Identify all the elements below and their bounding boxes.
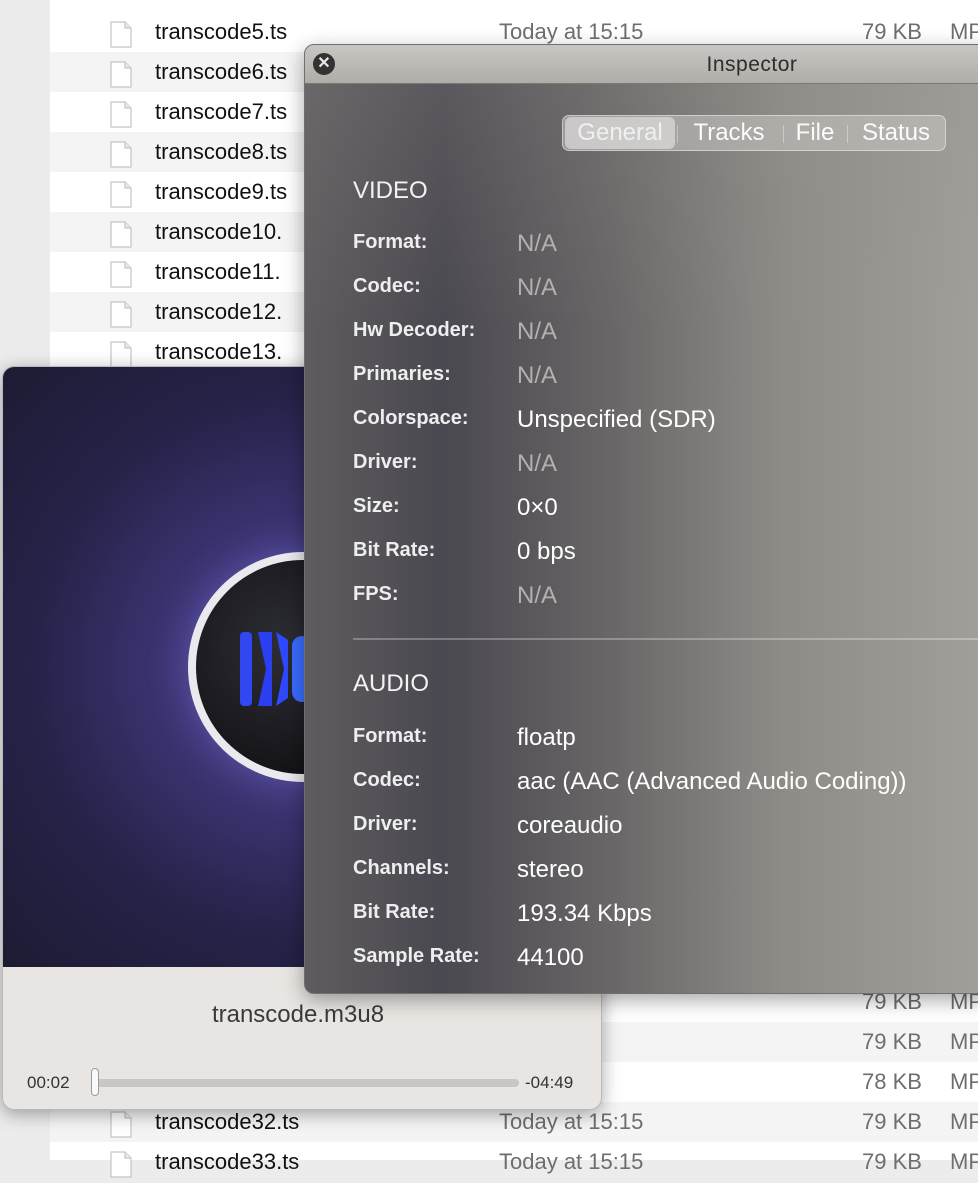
tab-separator xyxy=(783,125,784,143)
close-icon[interactable]: ✕ xyxy=(313,53,335,75)
file-icon xyxy=(110,221,132,248)
file-kind: MP xyxy=(950,1109,978,1134)
file-size: 79 KB xyxy=(862,19,922,44)
property-value: N/A xyxy=(517,318,558,345)
file-row[interactable]: transcode33.ts Today at 15:15 79 KB MP xyxy=(50,1142,978,1182)
property-value: stereo xyxy=(517,856,584,883)
file-size: 79 KB xyxy=(862,1109,922,1134)
file-date: Today at 15:15 xyxy=(499,1149,644,1174)
property-value: N/A xyxy=(517,582,558,609)
file-icon xyxy=(110,341,132,368)
file-name: transcode13. xyxy=(155,339,283,364)
file-icon xyxy=(110,61,132,88)
property-label: Bit Rate: xyxy=(353,539,436,561)
file-name: transcode7.ts xyxy=(155,99,288,124)
section-divider xyxy=(353,638,978,640)
file-size: 78 KB xyxy=(862,1069,922,1094)
inspector-title: Inspector xyxy=(706,53,798,76)
property-label: Sample Rate: xyxy=(353,945,480,967)
property-value: floatp xyxy=(517,724,576,751)
file-kind: MP xyxy=(950,19,978,44)
file-icon xyxy=(110,181,132,208)
inspector-titlebar[interactable]: ✕ Inspector xyxy=(305,45,978,84)
property-label: Size: xyxy=(353,495,400,517)
inspector-tab-bar: General Tracks File Status xyxy=(562,115,946,151)
file-kind: MP xyxy=(950,1069,978,1094)
file-size: 79 KB xyxy=(862,1029,922,1054)
property-value: Unspecified (SDR) xyxy=(517,406,716,433)
file-icon xyxy=(110,1151,132,1178)
property-label: Driver: xyxy=(353,813,418,835)
file-name: transcode6.ts xyxy=(155,59,288,84)
property-label: Channels: xyxy=(353,857,450,879)
video-section-heading: VIDEO xyxy=(353,177,428,204)
file-kind: MP xyxy=(950,1149,978,1174)
file-icon xyxy=(110,101,132,128)
property-value: 193.34 Kbps xyxy=(517,900,652,927)
file-name: transcode12. xyxy=(155,299,283,324)
property-value: 0 bps xyxy=(517,538,576,565)
property-value: N/A xyxy=(517,450,558,477)
property-value: aac (AAC (Advanced Audio Coding)) xyxy=(517,768,907,795)
property-label: FPS: xyxy=(353,583,399,605)
property-value: coreaudio xyxy=(517,812,623,839)
file-name: transcode8.ts xyxy=(155,139,288,164)
property-label: Hw Decoder: xyxy=(353,319,476,341)
file-icon xyxy=(110,141,132,168)
tab-status[interactable]: Status xyxy=(849,117,943,149)
file-icon xyxy=(110,301,132,328)
seek-bar[interactable] xyxy=(93,1079,519,1087)
property-label: Codec: xyxy=(353,275,421,297)
property-value: 0×0 xyxy=(517,494,558,521)
file-name: transcode11. xyxy=(155,259,281,284)
property-label: Driver: xyxy=(353,451,418,473)
file-name: transcode9.ts xyxy=(155,179,288,204)
property-label: Format: xyxy=(353,725,428,747)
tab-file[interactable]: File xyxy=(785,117,845,149)
remaining-time[interactable]: -04:49 xyxy=(525,1073,573,1093)
tab-tracks[interactable]: Tracks xyxy=(679,117,779,149)
file-name: transcode32.ts xyxy=(155,1109,300,1134)
file-icon xyxy=(110,21,132,48)
file-name: transcode33.ts xyxy=(155,1149,300,1174)
property-value: N/A xyxy=(517,230,558,257)
audio-section-heading: AUDIO xyxy=(353,670,430,697)
property-value: N/A xyxy=(517,362,558,389)
file-icon xyxy=(110,261,132,288)
file-date: Today at 15:15 xyxy=(499,1109,644,1134)
file-icon xyxy=(110,1111,132,1138)
file-kind: MP xyxy=(950,1029,978,1054)
file-date: Today at 15:15 xyxy=(499,19,644,44)
property-label: Codec: xyxy=(353,769,421,791)
property-value: N/A xyxy=(517,274,558,301)
property-label: Primaries: xyxy=(353,363,451,385)
property-value: 44100 xyxy=(517,944,584,971)
media-title: transcode.m3u8 xyxy=(211,1001,385,1028)
file-name: transcode5.ts xyxy=(155,19,288,44)
elapsed-time: 00:02 xyxy=(27,1073,70,1092)
inspector-window: ✕ Inspector General Tracks File Status V… xyxy=(304,44,978,994)
tab-general[interactable]: General xyxy=(565,117,675,149)
property-label: Colorspace: xyxy=(353,407,469,429)
property-label: Format: xyxy=(353,231,428,253)
file-size: 79 KB xyxy=(862,1149,922,1174)
property-label: Bit Rate: xyxy=(353,901,436,923)
tab-separator xyxy=(677,125,678,143)
seek-handle[interactable] xyxy=(91,1068,99,1096)
tab-separator xyxy=(847,125,848,143)
file-name: transcode10. xyxy=(155,219,283,244)
